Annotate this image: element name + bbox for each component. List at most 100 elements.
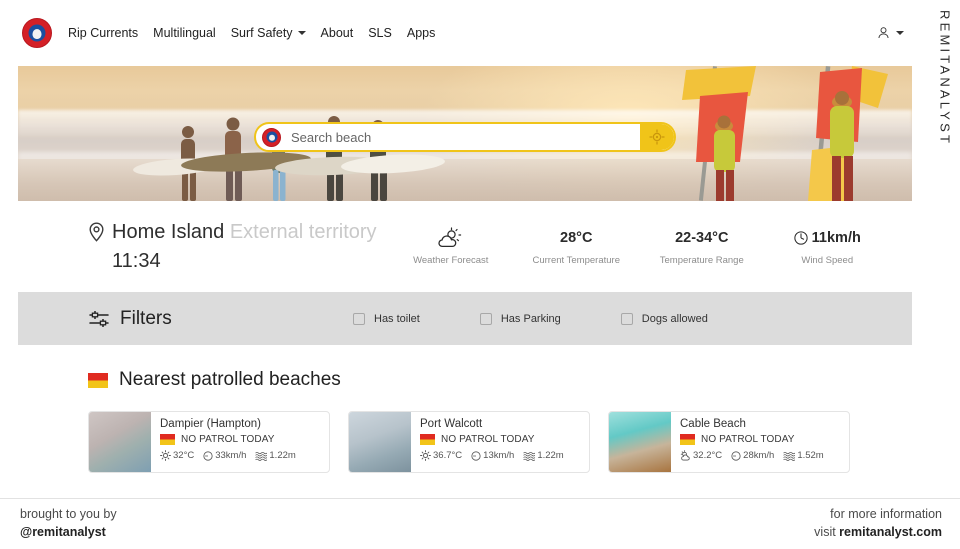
- search-input[interactable]: [281, 124, 640, 150]
- swell-waves-icon: [523, 451, 536, 461]
- beach-thumbnail: [609, 412, 671, 472]
- beach-temp: 36.7°C: [420, 450, 462, 461]
- app-viewport: Rip Currents Multilingual Surf Safety Ab…: [0, 0, 930, 498]
- chevron-down-icon: [896, 31, 904, 35]
- location-block: Home Island External territory 11:34: [88, 218, 388, 275]
- beach-temp-value: 32°C: [173, 450, 195, 461]
- locate-me-button[interactable]: [640, 124, 674, 150]
- footer-right: for more information visit remitanalyst.…: [814, 506, 942, 542]
- checkbox-dogs-allowed[interactable]: [620, 312, 633, 325]
- filters-heading: Filters: [88, 308, 353, 330]
- nav-link-apps[interactable]: Apps: [407, 27, 436, 40]
- footer: brought to you by @remitanalyst for more…: [0, 498, 960, 549]
- nav-link-surf-safety[interactable]: Surf Safety: [231, 27, 306, 40]
- beach-patrol-status: NO PATROL TODAY: [160, 434, 321, 445]
- stat-current-temperature: 28°C Current Temperature: [528, 227, 624, 266]
- filter-has-parking-label: Has Parking: [500, 312, 561, 325]
- beach-card-list: Dampier (Hampton) NO PATROL TODAY 32°C 3…: [88, 411, 912, 473]
- wind-compass-icon: [794, 231, 808, 245]
- beach-search-bar[interactable]: [254, 122, 676, 152]
- beach-wind-value: 28km/h: [743, 450, 775, 461]
- red-yellow-flag-icon: [160, 434, 175, 445]
- beach-card[interactable]: Port Walcott NO PATROL TODAY 36.7°C 13km…: [348, 411, 590, 473]
- beach-swell: 1.22m: [255, 450, 296, 461]
- beach-card[interactable]: Dampier (Hampton) NO PATROL TODAY 32°C 3…: [88, 411, 330, 473]
- wind-speed-value-wrap: 11km/h: [779, 227, 875, 249]
- beach-temp: 32°C: [160, 450, 194, 461]
- sun-icon: [160, 450, 171, 461]
- nav-link-rip-currents[interactable]: Rip Currents: [68, 27, 138, 40]
- navbar: Rip Currents Multilingual Surf Safety Ab…: [0, 0, 930, 66]
- filter-checkbox-row: Has toilet Has Parking Dogs allowed: [353, 312, 708, 325]
- surf-life-saving-logo-icon: [262, 127, 281, 147]
- account-menu[interactable]: [877, 26, 904, 40]
- beach-patrol-status-text: NO PATROL TODAY: [701, 434, 795, 445]
- beach-thumbnail: [89, 412, 151, 472]
- wind-speed-value: 11km/h: [811, 230, 861, 246]
- footer-right-line1: for more information: [830, 507, 942, 522]
- location-name: Home Island: [112, 221, 225, 244]
- checkbox-has-parking[interactable]: [479, 312, 492, 325]
- footer-left-line1: brought to you by: [20, 507, 117, 522]
- beach-patrol-status: NO PATROL TODAY: [420, 434, 581, 445]
- beach-patrol-status-text: NO PATROL TODAY: [441, 434, 535, 445]
- weather-stats: Weather Forecast 28°C Current Temperatur…: [388, 227, 890, 266]
- wind-speed-label: Wind Speed: [801, 255, 854, 266]
- brand-strip: REMITANALYST: [930, 0, 960, 498]
- partly-cloudy-sun-icon: [438, 227, 461, 248]
- surf-life-saving-logo-icon[interactable]: [22, 18, 52, 48]
- filter-has-parking[interactable]: Has Parking: [479, 312, 561, 325]
- nearest-beaches-section: Nearest patrolled beaches Dampier (Hampt…: [0, 345, 930, 473]
- beach-stats: 32°C 33km/h 1.22m: [160, 450, 321, 461]
- nav-link-surf-safety-label: Surf Safety: [230, 25, 293, 40]
- nav-link-sls[interactable]: SLS: [368, 27, 392, 40]
- partly-cloudy-sun-icon: [680, 450, 690, 461]
- filter-has-toilet[interactable]: Has toilet: [353, 312, 420, 325]
- red-yellow-flag-icon: [420, 434, 435, 445]
- beach-swell: 1.22m: [523, 450, 564, 461]
- nearest-beaches-title: Nearest patrolled beaches: [119, 369, 341, 390]
- user-icon: [878, 27, 889, 39]
- beach-stats: 36.7°C 13km/h 1.22m: [420, 450, 581, 461]
- beach-temp-value: 36.7°C: [433, 450, 463, 461]
- checkbox-has-toilet[interactable]: [353, 312, 365, 325]
- nav-link-about[interactable]: About: [321, 27, 354, 40]
- beach-stats: 32.2°C 28km/h 1.52m: [680, 450, 841, 461]
- crosshair-target-icon: [649, 129, 665, 145]
- beach-temp-value: 32.2°C: [693, 450, 723, 461]
- temperature-range-value: 22-34°C: [675, 230, 729, 246]
- beach-name: Port Walcott: [420, 418, 483, 430]
- filter-dogs-allowed[interactable]: Dogs allowed: [620, 312, 708, 325]
- weather-forecast-value: [403, 227, 499, 249]
- beach-thumbnail: [349, 412, 411, 472]
- beach-name: Cable Beach: [680, 418, 746, 430]
- beach-patrol-status: NO PATROL TODAY: [680, 434, 841, 445]
- beach-wind: 33km/h: [203, 450, 246, 461]
- footer-handle: @remitanalyst: [20, 525, 106, 539]
- beach-card[interactable]: Cable Beach NO PATROL TODAY 32.2°C 28km/…: [608, 411, 850, 473]
- chevron-down-icon: [297, 31, 306, 35]
- stat-wind-speed: 11km/h Wind Speed: [779, 227, 875, 266]
- nav-links: Rip Currents Multilingual Surf Safety Ab…: [68, 27, 435, 40]
- beach-wind-value: 33km/h: [215, 450, 247, 461]
- beach-temp: 32.2°C: [680, 450, 722, 461]
- lifeguards-with-flags: [682, 66, 888, 201]
- beach-swell-value: 1.52m: [797, 450, 824, 461]
- map-pin-icon: [89, 222, 104, 242]
- wind-compass-icon: [731, 450, 741, 461]
- beach-wind: 28km/h: [731, 450, 774, 461]
- filter-has-toilet-label: Has toilet: [374, 312, 420, 325]
- beach-card-body: Dampier (Hampton) NO PATROL TODAY 32°C 3…: [151, 412, 329, 472]
- nav-link-multilingual[interactable]: Multilingual: [153, 27, 216, 40]
- location-weather-bar: Home Island External territory 11:34 Wea…: [0, 201, 930, 292]
- beach-wind: 13km/h: [471, 450, 514, 461]
- filter-dogs-allowed-label: Dogs allowed: [641, 312, 708, 325]
- weather-forecast-label: Weather Forecast: [413, 255, 489, 266]
- swell-waves-icon: [255, 451, 268, 461]
- beach-swell-value: 1.22m: [269, 450, 296, 461]
- filters-bar: Filters Has toilet Has Parking Dogs allo…: [18, 292, 912, 345]
- nearest-beaches-heading: Nearest patrolled beaches: [88, 369, 912, 391]
- swell-waves-icon: [783, 451, 796, 461]
- beach-card-body: Port Walcott NO PATROL TODAY 36.7°C 13km…: [411, 412, 589, 472]
- hero-banner: [18, 66, 912, 201]
